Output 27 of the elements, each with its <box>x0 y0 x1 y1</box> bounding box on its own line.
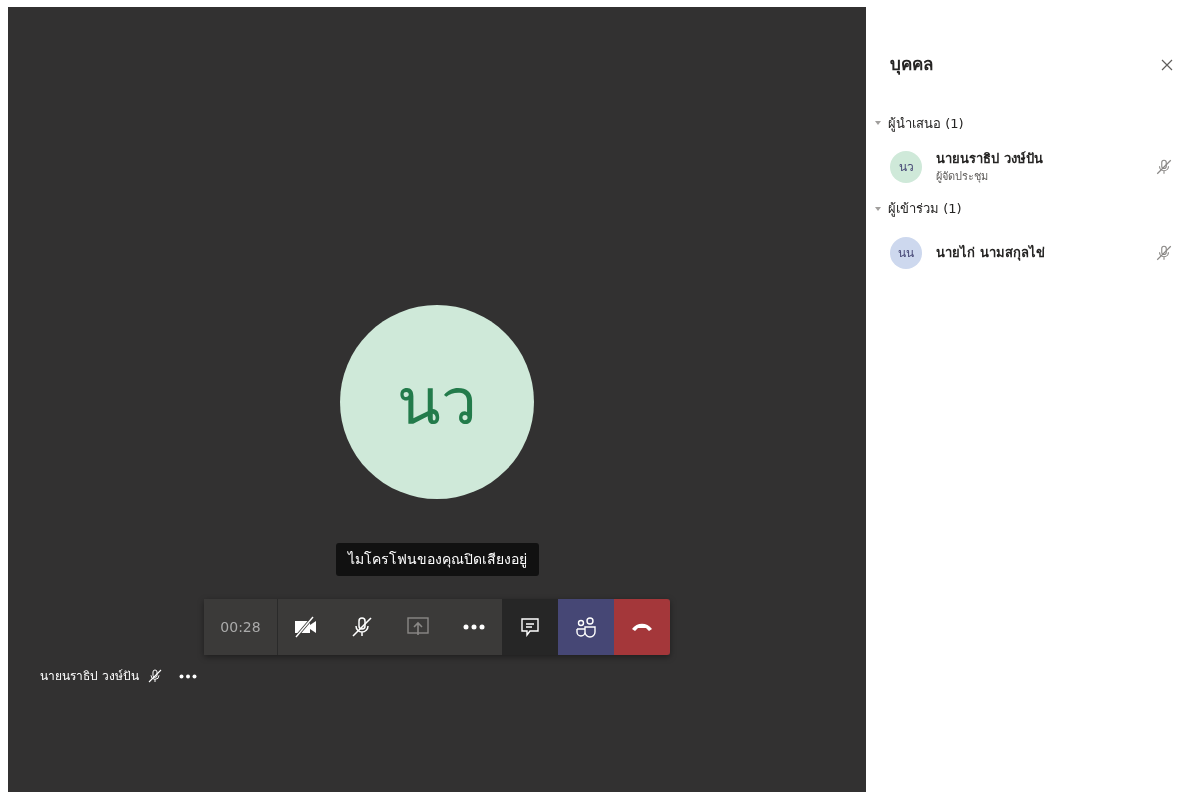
caret-icon[interactable] <box>874 205 882 212</box>
avatar: นว <box>890 151 922 183</box>
tooltip: ไมโครโฟนของคุณปิดเสียงอยู่ <box>335 543 539 576</box>
camera-button[interactable] <box>278 599 334 655</box>
participant-name: นายไก่ นามสกุลไข่ <box>936 243 1046 263</box>
chat-icon <box>520 617 540 637</box>
call-timer: 00:28 <box>204 599 278 655</box>
avatar: นว <box>340 305 534 499</box>
chat-button[interactable] <box>502 599 558 655</box>
share-screen-icon <box>406 616 430 638</box>
participant-role: ผู้จัดประชุม <box>936 168 989 185</box>
hang-up-button[interactable] <box>614 599 670 655</box>
more-icon <box>463 624 485 630</box>
camera-off-icon <box>293 615 319 639</box>
close-icon[interactable] <box>1161 58 1173 71</box>
avatar: นน <box>890 236 922 269</box>
people-button[interactable] <box>558 599 614 655</box>
caret-icon[interactable] <box>874 120 882 127</box>
participant-name: นายนราธิป วงษ์ปัน <box>936 150 1044 168</box>
hang-up-icon <box>631 622 653 632</box>
panel-title: บุคคล <box>890 53 933 77</box>
more-icon[interactable] <box>178 673 197 679</box>
participant-name: นายนราธิป วงษ์ปัน <box>40 668 139 685</box>
group-label[interactable]: ผู้เข้าร่วม (1) <box>888 199 962 219</box>
group-label[interactable]: ผู้นำเสนอ (1) <box>888 113 964 133</box>
mic-off-icon <box>350 615 374 639</box>
people-icon <box>575 616 597 638</box>
